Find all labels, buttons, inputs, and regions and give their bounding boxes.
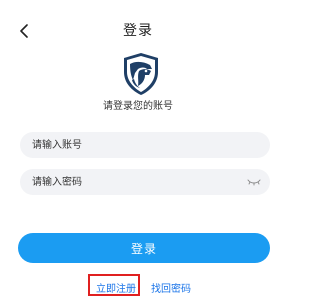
header: 登录	[0, 0, 276, 60]
register-link[interactable]: 立即注册	[96, 280, 136, 295]
page-title: 登录	[123, 23, 153, 39]
login-button[interactable]: 登录	[18, 233, 270, 263]
forgot-password-link[interactable]: 找回密码	[151, 280, 191, 295]
login-subtitle: 请登录您的账号	[103, 101, 173, 112]
eagle-shield-logo	[124, 53, 158, 95]
account-field[interactable]	[20, 132, 270, 158]
account-input[interactable]	[32, 132, 240, 158]
password-input[interactable]	[32, 169, 240, 195]
password-field[interactable]	[20, 169, 270, 195]
eye-closed-icon[interactable]	[247, 177, 261, 187]
